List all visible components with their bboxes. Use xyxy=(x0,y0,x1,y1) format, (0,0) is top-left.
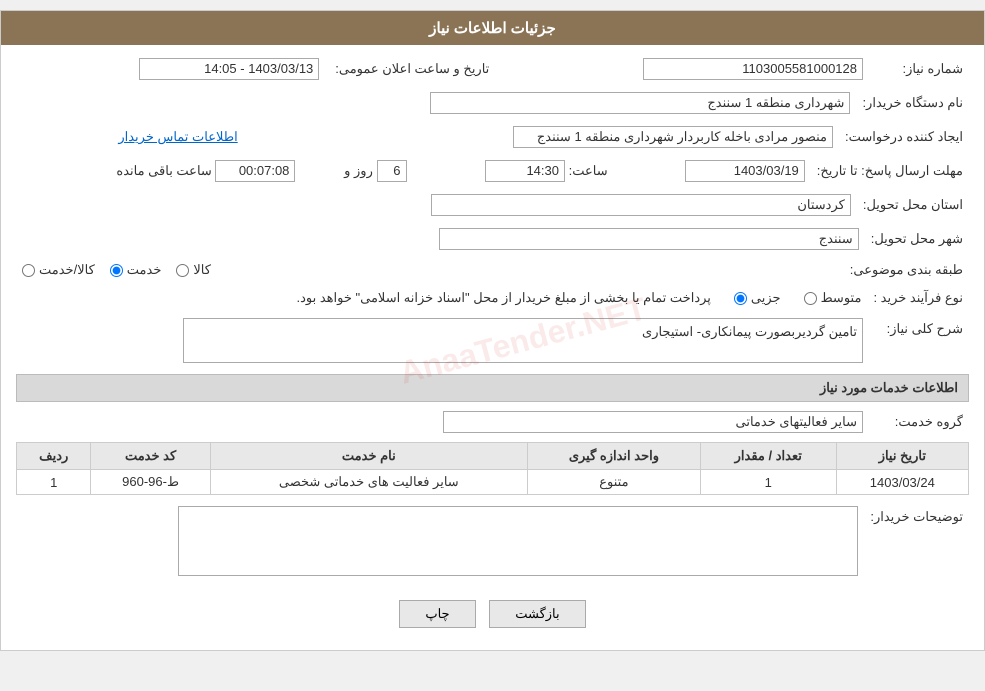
info-section-7: طبقه بندی موضوعی: کالا/خدمت خدمت xyxy=(16,259,969,281)
ostan-value: کردستان xyxy=(16,191,857,219)
tawsif-value xyxy=(16,503,864,582)
cell-radif: 1 xyxy=(17,470,91,495)
mohlat-date-input: 1403/03/19 xyxy=(685,160,805,182)
button-row: بازگشت چاپ xyxy=(16,588,969,640)
radio-kala-khadamat[interactable]: کالا/خدمت xyxy=(22,262,95,278)
ijad-konande-value: منصور مرادی باخله کاربردار شهرداری منطقه… xyxy=(264,123,839,151)
col-tedad: تعداد / مقدار xyxy=(700,443,836,470)
shomare-niaz-label: شماره نیاز: xyxy=(869,55,969,83)
radio-khadamat-label: خدمت xyxy=(127,262,162,278)
tabaqe-label: طبقه بندی موضوعی: xyxy=(844,259,969,281)
sharh-koli-value: تامین گردیربصورت پیمانکاری- استیجاری Ana… xyxy=(16,315,869,366)
radio-kala-label: کالا xyxy=(193,262,211,278)
radio-khadamat-input[interactable] xyxy=(110,264,123,277)
radio-khadamat[interactable]: خدمت xyxy=(110,262,162,278)
table-row: 1403/03/24 1 متنوع سایر فعالیت های خدمات… xyxy=(17,470,969,495)
tarikh-saat-input: 1403/03/13 - 14:05 xyxy=(139,58,319,80)
gorohe-khadamat-input: سایر فعالیتهای خدماتی xyxy=(443,411,863,433)
col-kod: کد خدمت xyxy=(91,443,210,470)
radio-kala-input[interactable] xyxy=(176,264,189,277)
page-header: جزئیات اطلاعات نیاز xyxy=(1,11,984,45)
mohlat-rooz-input: 6 xyxy=(377,160,407,182)
ijad-konande-input: منصور مرادی باخله کاربردار شهرداری منطقه… xyxy=(513,126,833,148)
col-naam: نام خدمت xyxy=(210,443,527,470)
page-container: جزئیات اطلاعات نیاز شماره نیاز: 11030055… xyxy=(0,10,985,651)
shahr-label: شهر محل تحویل: xyxy=(865,225,969,253)
gorohe-khadamat-value: سایر فعالیتهای خدماتی xyxy=(16,408,869,436)
info-section-9: شرح کلی نیاز: تامین گردیربصورت پیمانکاری… xyxy=(16,315,969,366)
radio-jozvi-label: جزیی xyxy=(751,290,781,306)
naam-dastgah-input: شهرداری منطقه 1 سنندج xyxy=(430,92,850,114)
mohlat-rooz-cell: 6 روز و xyxy=(301,157,412,185)
tawsif-label: توضیحات خریدار: xyxy=(864,503,969,582)
novferayand-value: متوسط جزیی پرداخت تمام یا بخشی از مبلغ خ… xyxy=(16,287,867,309)
info-section-1: شماره نیاز: 1103005581000128 تاریخ و ساع… xyxy=(16,55,969,83)
tabaqe-radio-group: کالا/خدمت خدمت کالا xyxy=(22,262,838,278)
radio-motavaset-label: متوسط xyxy=(821,290,862,306)
sharh-koli-text: تامین گردیربصورت پیمانکاری- استیجاری xyxy=(642,324,857,339)
ostan-label: استان محل تحویل: xyxy=(857,191,969,219)
main-content: شماره نیاز: 1103005581000128 تاریخ و ساع… xyxy=(1,45,984,650)
page-title: جزئیات اطلاعات نیاز xyxy=(429,20,556,37)
mohlat-saat-mande-input: 00:07:08 xyxy=(215,160,295,182)
ettela-tamas-cell: اطلاعات تماس خریدار xyxy=(16,123,244,151)
radio-motavaset-input[interactable] xyxy=(804,292,817,305)
info-section-8: نوع فرآیند خرید : متوسط جزیی پرداخت تمام… xyxy=(16,287,969,309)
mohlat-saat-cell: ساعت: 14:30 xyxy=(413,157,614,185)
mohlat-date-cell: 1403/03/19 xyxy=(614,157,811,185)
novferayand-text: پرداخت تمام یا بخشی از مبلغ خریدار از مح… xyxy=(297,290,711,306)
mohlat-rooz-label: روز و xyxy=(344,163,373,178)
mohlat-label: مهلت ارسال پاسخ: تا تاریخ: xyxy=(811,157,969,185)
shahr-input: سنندج xyxy=(439,228,859,250)
mohlat-saat-label: ساعت: xyxy=(569,163,608,178)
cell-tarikh: 1403/03/24 xyxy=(836,470,968,495)
radio-kala-khadamat-label: کالا/خدمت xyxy=(39,262,95,278)
shomare-niaz-value: 1103005581000128 xyxy=(495,55,869,83)
info-section-10: گروه خدمت: سایر فعالیتهای خدماتی xyxy=(16,408,969,436)
naam-dastgah-value: شهرداری منطقه 1 سنندج xyxy=(60,89,856,117)
info-section-5: استان محل تحویل: کردستان xyxy=(16,191,969,219)
tawsif-textarea[interactable] xyxy=(178,506,858,576)
col-vahed: واحد اندازه گیری xyxy=(528,443,701,470)
ettela-tamas-link[interactable]: اطلاعات تماس خریدار xyxy=(118,129,237,144)
info-section-3: ایجاد کننده درخواست: منصور مرادی باخله ک… xyxy=(16,123,969,151)
info-section-4: مهلت ارسال پاسخ: تا تاریخ: 1403/03/19 سا… xyxy=(16,157,969,185)
ijad-konande-label: ایجاد کننده درخواست: xyxy=(839,123,969,151)
ettela-khadamat-section-title: اطلاعات خدمات مورد نیاز xyxy=(16,374,969,402)
shomare-niaz-input: 1103005581000128 xyxy=(643,58,863,80)
col-tarikh: تاریخ نیاز xyxy=(836,443,968,470)
info-section-2: نام دستگاه خریدار: شهرداری منطقه 1 سنندج xyxy=(16,89,969,117)
cell-kod: ط-96-960 xyxy=(91,470,210,495)
mohlat-saat-mande-label: ساعت باقی مانده xyxy=(116,163,211,178)
novferayand-row: متوسط جزیی پرداخت تمام یا بخشی از مبلغ خ… xyxy=(22,290,861,306)
bazgasht-button[interactable]: بازگشت xyxy=(489,600,585,628)
mohlat-mande-cell: 00:07:08 ساعت باقی مانده xyxy=(16,157,301,185)
sharh-koli-label: شرح کلی نیاز: xyxy=(869,315,969,366)
cell-tedad: 1 xyxy=(700,470,836,495)
radio-motavaset[interactable]: متوسط xyxy=(804,290,862,306)
radio-kala[interactable]: کالا xyxy=(176,262,211,278)
radio-kala-khadamat-input[interactable] xyxy=(22,264,35,277)
tabaqe-radios: کالا/خدمت خدمت کالا xyxy=(16,259,844,281)
sharh-koli-box: تامین گردیربصورت پیمانکاری- استیجاری Ana… xyxy=(183,318,863,363)
shahr-value: سنندج xyxy=(16,225,865,253)
mohlat-saat-input: 14:30 xyxy=(485,160,565,182)
novferayand-label: نوع فرآیند خرید : xyxy=(867,287,969,309)
chap-button[interactable]: چاپ xyxy=(399,600,475,628)
cell-vahed: متنوع xyxy=(528,470,701,495)
tarikh-saat-value: 1403/03/13 - 14:05 xyxy=(16,55,325,83)
ostan-input: کردستان xyxy=(431,194,851,216)
services-table: تاریخ نیاز تعداد / مقدار واحد اندازه گیر… xyxy=(16,442,969,495)
naam-dastgah-label: نام دستگاه خریدار: xyxy=(856,89,969,117)
col-radif: ردیف xyxy=(17,443,91,470)
info-section-6: شهر محل تحویل: سنندج xyxy=(16,225,969,253)
cell-naam: سایر فعالیت های خدماتی شخصی xyxy=(210,470,527,495)
radio-jozvi[interactable]: جزیی xyxy=(734,290,781,306)
radio-jozvi-input[interactable] xyxy=(734,292,747,305)
info-section-11: توضیحات خریدار: xyxy=(16,503,969,582)
gorohe-khadamat-label: گروه خدمت: xyxy=(869,408,969,436)
tarikh-saat-label: تاریخ و ساعت اعلان عمومی: xyxy=(325,55,495,83)
